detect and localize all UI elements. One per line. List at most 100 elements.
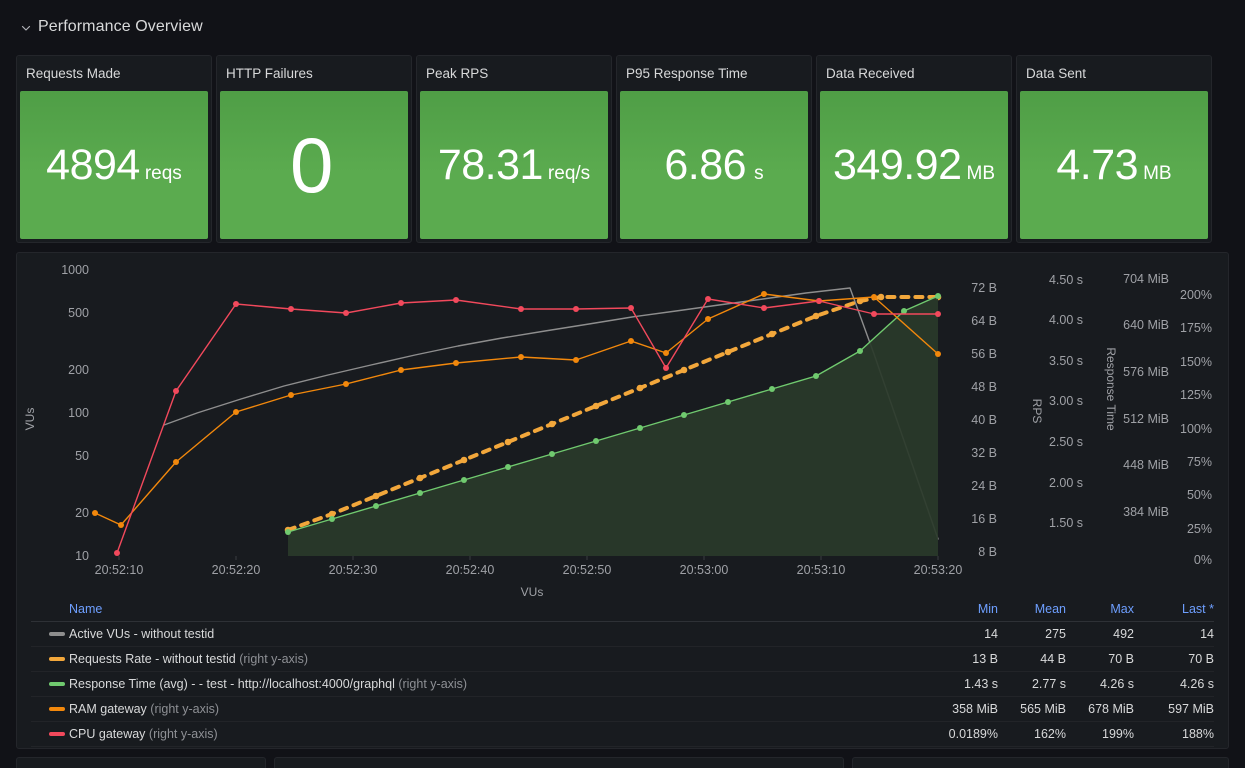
legend-value-last: 70 B bbox=[1188, 652, 1214, 666]
legend-value-mean: 565 MiB bbox=[1020, 702, 1066, 716]
chart-svg: 20:52:10 20:52:20 20:52:30 20:52:40 20:52:50… bbox=[23, 263, 1212, 599]
series-data-point bbox=[461, 477, 467, 483]
y-axis-tick-label-response-time: 4.50 s bbox=[1049, 273, 1083, 287]
y-axis-tick-label-rps: 64 B bbox=[971, 314, 997, 328]
series-data-point bbox=[935, 293, 941, 299]
legend-col-name[interactable]: Name bbox=[69, 602, 930, 616]
stat-body: 78.31 req/s bbox=[420, 91, 608, 239]
legend-value-min: 1.43 s bbox=[963, 677, 998, 691]
y-axis-tick-label-cpu: 100% bbox=[1180, 422, 1212, 436]
ghost-panel[interactable] bbox=[274, 757, 844, 768]
plot-area[interactable]: 20:52:10 20:52:20 20:52:30 20:52:40 20:52:50… bbox=[17, 253, 1230, 601]
series-data-point bbox=[812, 312, 820, 320]
series-data-point bbox=[901, 308, 907, 314]
legend-row[interactable]: RAM gateway (right y-axis) 358 MiB 565 MiB… bbox=[31, 697, 1214, 722]
y-axis-tick-label-response-time: 3.50 s bbox=[1049, 354, 1083, 368]
legend-row[interactable]: Response Time (avg) - - test - http://lo… bbox=[31, 672, 1214, 697]
stat-unit: MB bbox=[1143, 162, 1172, 184]
timeseries-panel[interactable]: 20:52:10 20:52:20 20:52:30 20:52:40 20:52:50… bbox=[16, 252, 1229, 749]
legend-series-name[interactable]: Active VUs - without testid bbox=[69, 627, 930, 641]
legend-value-min: 358 MiB bbox=[952, 702, 998, 716]
legend-col-min[interactable]: Min bbox=[930, 602, 998, 616]
stat-unit: s bbox=[754, 162, 764, 184]
stat-value: 0 bbox=[290, 126, 338, 204]
y-axis-tick-label-rps: 24 B bbox=[971, 479, 997, 493]
legend-col-last[interactable]: Last * bbox=[1134, 602, 1214, 616]
series-data-point bbox=[453, 297, 459, 303]
y-axis-tick-label-ram: 512 MiB bbox=[1123, 412, 1169, 426]
ghost-panel[interactable] bbox=[16, 757, 266, 768]
legend-series-name[interactable]: CPU gateway (right y-axis) bbox=[69, 727, 930, 741]
series-data-point bbox=[288, 392, 294, 398]
y-axis-tick-label-vus: 100 bbox=[68, 406, 89, 420]
legend-series-name[interactable]: Response Time (avg) - - test - http://lo… bbox=[69, 677, 930, 691]
legend-row[interactable]: Active VUs - without testid 14 275 492 14 bbox=[31, 622, 1214, 647]
stat-title: Data Sent bbox=[1017, 56, 1211, 91]
legend-series-name[interactable]: RAM gateway (right y-axis) bbox=[69, 702, 930, 716]
y-axis-tick-label-vus: 200 bbox=[68, 363, 89, 377]
legend-color-swatch[interactable] bbox=[49, 707, 65, 711]
legend-color-swatch[interactable] bbox=[49, 657, 65, 661]
legend-value-mean: 162% bbox=[1034, 727, 1066, 741]
legend-row[interactable]: CPU gateway (right y-axis) 0.0189% 162% 199… bbox=[31, 722, 1214, 747]
stat-title: P95 Response Time bbox=[617, 56, 811, 91]
series-data-point bbox=[628, 305, 634, 311]
stat-title: Data Received bbox=[817, 56, 1011, 91]
legend-col-mean[interactable]: Mean bbox=[998, 602, 1066, 616]
legend-header-row: Name Min Mean Max Last * bbox=[31, 597, 1214, 622]
legend-color-swatch[interactable] bbox=[49, 732, 65, 736]
stat-panel-peak-rps[interactable]: Peak RPS 78.31 req/s bbox=[416, 55, 612, 243]
stat-panel-p95-response-time[interactable]: P95 Response Time 6.86 s bbox=[616, 55, 812, 243]
series-data-point bbox=[505, 464, 511, 470]
y-axis-tick-label-ram: 448 MiB bbox=[1123, 458, 1169, 472]
y-axis-title-vus: VUs bbox=[23, 408, 37, 431]
series-data-point bbox=[373, 503, 379, 509]
series-data-point bbox=[118, 522, 124, 528]
chevron-down-icon[interactable] bbox=[20, 22, 32, 34]
stat-number: 6.86 bbox=[664, 140, 747, 189]
stat-panel-http-failures[interactable]: HTTP Failures 0 bbox=[216, 55, 412, 243]
series-data-point bbox=[343, 310, 349, 316]
stat-panel-data-sent[interactable]: Data Sent 4.73 MB bbox=[1016, 55, 1212, 243]
legend-row[interactable]: Requests Rate - without testid (right y-… bbox=[31, 647, 1214, 672]
legend-series-name[interactable]: Requests Rate - without testid (right y-… bbox=[69, 652, 930, 666]
y-axis-tick-label-rps: 32 B bbox=[971, 446, 997, 460]
legend-swatch-cell bbox=[31, 632, 69, 636]
series-data-point bbox=[92, 510, 98, 516]
series-data-point bbox=[573, 306, 579, 312]
y-axis-tick-label-cpu: 0% bbox=[1194, 553, 1212, 567]
series-data-point bbox=[705, 296, 711, 302]
series-data-point bbox=[372, 492, 380, 500]
legend-value-max: 70 B bbox=[1108, 652, 1134, 666]
legend-swatch-cell bbox=[31, 732, 69, 736]
y-axis-tick-label-ram: 576 MiB bbox=[1123, 365, 1169, 379]
legend-col-max[interactable]: Max bbox=[1066, 602, 1134, 616]
legend-axis-note: (right y-axis) bbox=[150, 702, 220, 716]
legend-axis-note: (right y-axis) bbox=[239, 652, 308, 666]
y-axis-tick-label-vus: 20 bbox=[75, 506, 89, 520]
y-axis-tick-label-cpu: 50% bbox=[1187, 488, 1212, 502]
y-axis-tick-label-rps: 8 B bbox=[978, 545, 997, 559]
series-data-point bbox=[636, 384, 644, 392]
series-data-point bbox=[329, 516, 335, 522]
series-data-point bbox=[504, 438, 512, 446]
series-data-point bbox=[173, 388, 179, 394]
series-data-point bbox=[871, 311, 877, 317]
y-axis-tick-label-response-time: 2.50 s bbox=[1049, 435, 1083, 449]
y-axis-tick-label-response-time: 4.00 s bbox=[1049, 313, 1083, 327]
ghost-panel[interactable] bbox=[852, 757, 1229, 768]
y-axis-tick-label-response-time: 2.00 s bbox=[1049, 476, 1083, 490]
row-header-performance-overview[interactable]: Performance Overview bbox=[20, 18, 203, 36]
stat-title: Requests Made bbox=[17, 56, 211, 91]
legend-table: Name Min Mean Max Last * Active VUs - wi… bbox=[17, 597, 1228, 747]
x-axis-tick-label: 20:52:10 bbox=[95, 563, 144, 577]
stat-value: 349.92 MB bbox=[833, 143, 995, 187]
stat-panel-requests-made[interactable]: Requests Made 4894 reqs bbox=[16, 55, 212, 243]
legend-color-swatch[interactable] bbox=[49, 682, 65, 686]
series-data-point bbox=[663, 350, 669, 356]
legend-color-swatch[interactable] bbox=[49, 632, 65, 636]
stat-panel-data-received[interactable]: Data Received 349.92 MB bbox=[816, 55, 1012, 243]
next-row-panels bbox=[0, 757, 1245, 768]
series-data-point bbox=[518, 306, 524, 312]
stat-value: 4.73 MB bbox=[1056, 143, 1172, 187]
